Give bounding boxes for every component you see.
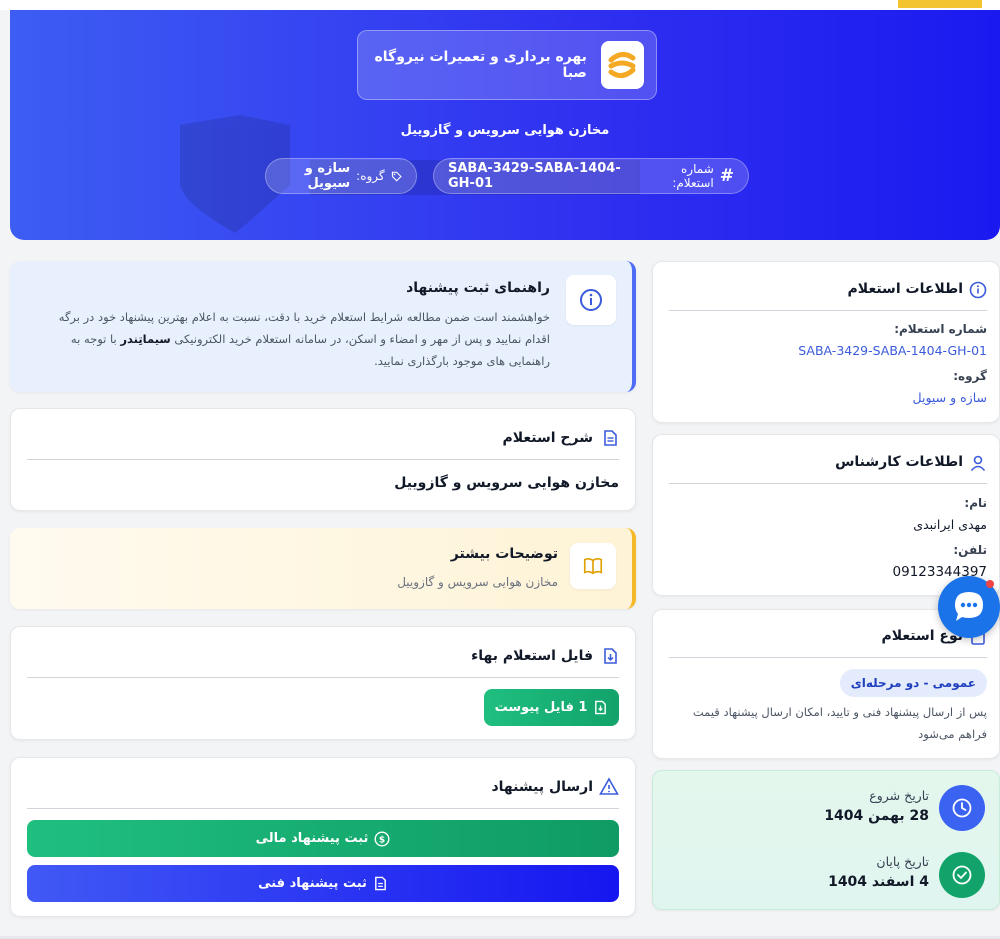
hero-subtitle: مخازن هوایی سرویس و گازوییل: [400, 123, 610, 138]
end-date-value: 4 اسفند 1404: [828, 874, 929, 890]
dollar-icon: $: [374, 830, 390, 847]
guide-line-2: اقدام نمایید و پس از مهر و امضاء و اسکن،…: [20, 328, 550, 350]
user-icon: [970, 455, 986, 472]
inquiry-info-title: اطلاعات استعلام: [847, 281, 963, 297]
info-icon-box: [566, 275, 616, 325]
guide-line-3: راهنمایی های موجود بارگذاری نمایید.: [374, 354, 550, 368]
download-file-icon: [604, 648, 617, 664]
group-pill: گروه: سازه و سیویل: [265, 158, 417, 194]
inquiry-info-card: اطلاعات استعلام شماره استعلام: SABA-3429…: [652, 261, 1000, 423]
end-date-label: تاریخ پایان: [876, 854, 929, 869]
file-title: فایل استعلام بهاء: [471, 648, 593, 664]
expert-info-divider: [669, 483, 987, 484]
top-bar: [0, 0, 1000, 10]
inquiry-type-line-1: پس از ارسال پیشنهاد فنی و تایید، امکان ا…: [692, 705, 987, 719]
hash-icon: #: [719, 166, 734, 186]
check-circle-icon: [952, 865, 972, 885]
attachment-button-label: 1 فایل پیوست: [494, 700, 588, 715]
inquiry-type-card: نوع استعلام عمومی - دو مرحله‌ای پس از ار…: [652, 609, 1000, 759]
clock-icon: [952, 798, 972, 818]
more-info-title: توضیحات بیشتر: [450, 546, 558, 562]
guide-line-1: خواهشمند است ضمن مطالعه شرایط استعلام خر…: [58, 310, 550, 324]
inquiry-type-desc: پس از ارسال پیشنهاد فنی و تایید، امکان ا…: [657, 701, 987, 745]
check-icon-box: [939, 852, 985, 898]
file-download-icon: [595, 700, 607, 715]
description-text: مخازن هوایی سرویس و گازوییل: [394, 475, 619, 491]
brand-logo: [600, 41, 644, 89]
submit-card: ارسال پیشنهاد $ ثبت پیشنهاد مالی ثبت پیش…: [10, 757, 636, 917]
inquiry-type-line-2: فراهم می‌شود: [918, 727, 987, 741]
group-label: گروه:: [356, 169, 385, 183]
file-divider: [27, 677, 619, 678]
document-icon: [604, 430, 617, 446]
brand-title: بهره برداری و تعمیرات نیروگاه صبا: [374, 49, 587, 81]
technical-offer-button[interactable]: ثبت پیشنهاد فنی: [27, 865, 619, 902]
expert-info-title: اطلاعات کارشناس: [835, 454, 963, 470]
saba-logo-icon: [608, 52, 636, 78]
expert-info-card: اطلاعات کارشناس نام: مهدی ایرانبدی تلفن:…: [652, 434, 1000, 596]
inquiry-info-divider: [669, 310, 987, 311]
chat-notification-dot: [986, 580, 994, 588]
more-info-text: مخازن هوایی سرویس و گازوییل: [397, 575, 558, 589]
group-value: سازه و سیویل: [304, 161, 351, 191]
clock-icon-box: [939, 785, 985, 831]
technical-offer-label: ثبت پیشنهاد فنی: [258, 876, 367, 891]
svg-text:$: $: [379, 835, 385, 845]
book-icon-box: [570, 543, 616, 589]
hero-header: بهره برداری و تعمیرات نیروگاه صبا مخازن …: [10, 10, 1000, 240]
book-icon: [583, 558, 603, 575]
submit-title: ارسال پیشنهاد: [491, 779, 593, 795]
guide-line-2c: با توجه به: [70, 332, 117, 346]
dates-card: تاریخ شروع 28 بهمن 1404 تاریخ پایان 4 اس…: [652, 770, 1000, 910]
attachment-button[interactable]: 1 فایل پیوست: [484, 689, 619, 726]
inquiry-number-link[interactable]: SABA-3429-SABA-1404-GH-01: [798, 343, 987, 358]
top-accent: [898, 0, 982, 8]
guide-card: راهنمای ثبت پیشنهاد خواهشمند است ضمن مطا…: [10, 261, 636, 392]
submit-divider: [27, 808, 619, 809]
expert-name-value: مهدی ایرانبدی: [913, 517, 987, 532]
file-card: فایل استعلام بهاء 1 فایل پیوست: [10, 626, 636, 740]
financial-offer-button[interactable]: $ ثبت پیشنهاد مالی: [27, 820, 619, 857]
inquiry-number-value: SABA-3429-SABA-1404-GH-01: [448, 161, 621, 191]
tag-icon: [391, 171, 402, 182]
expert-name-label: نام:: [964, 496, 987, 510]
info-icon: [580, 289, 602, 311]
inquiry-type-badge: عمومی - دو مرحله‌ای: [839, 669, 987, 697]
group-label: گروه:: [953, 369, 987, 383]
guide-title: راهنمای ثبت پیشنهاد: [406, 280, 550, 296]
warning-icon: [599, 777, 619, 795]
group-link[interactable]: سازه و سیویل: [913, 390, 988, 405]
guide-text: خواهشمند است ضمن مطالعه شرایط استعلام خر…: [20, 306, 550, 372]
inquiry-number-label: شماره استعلام:: [672, 162, 714, 190]
chat-bubble-icon: [955, 592, 983, 621]
document-icon: [375, 876, 386, 891]
inquiry-number-pill: # شماره استعلام: SABA-3429-SABA-1404-GH-…: [433, 158, 749, 194]
start-date-label: تاریخ شروع: [869, 788, 929, 803]
more-info-card: توضیحات بیشتر مخازن هوایی سرویس و گازویی…: [10, 528, 636, 609]
expert-phone-label: تلفن:: [953, 543, 987, 557]
guide-line-2a: اقدام نمایید و پس از مهر و امضاء و اسکن،…: [174, 332, 550, 346]
inquiry-number-label: شماره استعلام:: [894, 322, 987, 336]
description-divider: [27, 459, 619, 460]
chat-button[interactable]: [938, 576, 1000, 638]
financial-offer-label: ثبت پیشنهاد مالی: [255, 831, 369, 846]
description-title: شرح استعلام: [502, 430, 593, 446]
description-card: شرح استعلام مخازن هوایی سرویس و گازوییل: [10, 408, 636, 511]
brand-card: بهره برداری و تعمیرات نیروگاه صبا: [357, 30, 657, 100]
start-date-value: 28 بهمن 1404: [824, 808, 929, 824]
info-icon: [969, 281, 987, 299]
inquiry-type-divider: [669, 657, 987, 658]
guide-brand-name: سیماتِندر: [120, 332, 171, 346]
